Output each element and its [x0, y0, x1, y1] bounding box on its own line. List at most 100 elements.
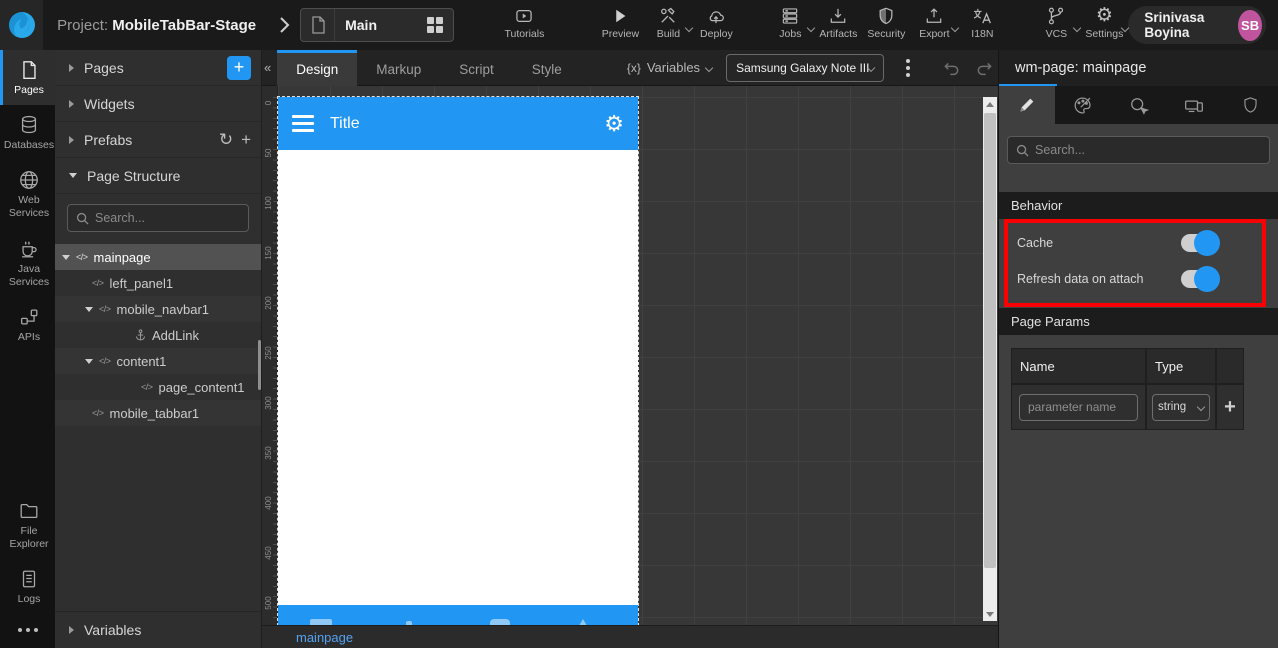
phone-preview[interactable]: Title ⚙: [277, 96, 639, 625]
active-page-selector[interactable]: Main: [300, 8, 455, 42]
search-input[interactable]: [95, 211, 256, 225]
tabbar-icon-fragment: [576, 619, 590, 625]
tab-styles[interactable]: [1055, 86, 1111, 124]
add-page-button[interactable]: +: [227, 55, 251, 80]
mobile-navbar-widget[interactable]: Title ⚙: [278, 97, 638, 150]
logs-icon: [18, 568, 40, 590]
properties-search[interactable]: [1007, 136, 1270, 164]
redo-button[interactable]: [974, 58, 994, 78]
mobile-tabbar-widget[interactable]: [278, 605, 638, 625]
tree-item-mobile-navbar1[interactable]: </> mobile_navbar1: [55, 296, 261, 322]
page-title: Title: [330, 114, 360, 132]
chevron-down-icon: [1196, 402, 1206, 412]
tree-item-left-panel1[interactable]: </> left_panel1: [55, 270, 261, 296]
behavior-section-header[interactable]: Behavior: [999, 192, 1278, 219]
caret-down-icon[interactable]: [85, 306, 93, 312]
refresh-prefabs-icon[interactable]: ↻: [219, 130, 233, 150]
rail-item-databases[interactable]: Databases: [0, 105, 55, 160]
tree-item-addlink[interactable]: AddLink: [55, 322, 261, 348]
scroll-up-arrow[interactable]: [983, 97, 997, 111]
page-structure-search[interactable]: [67, 204, 256, 232]
jobs-button[interactable]: Jobs: [766, 6, 816, 40]
rail-item-file-explorer[interactable]: File Explorer: [0, 491, 55, 559]
section-page-structure[interactable]: Page Structure: [55, 158, 261, 194]
artifacts-icon: [828, 6, 848, 26]
rail-more-menu[interactable]: [0, 614, 55, 648]
page-doc-icon: [301, 9, 336, 41]
build-button[interactable]: Build: [644, 6, 694, 40]
widget-code-icon: </>: [99, 304, 111, 314]
page-params-section-header[interactable]: Page Params: [999, 308, 1278, 335]
preview-button[interactable]: Preview: [596, 6, 644, 40]
section-prefabs[interactable]: Prefabs ↻ +: [55, 122, 261, 158]
section-variables[interactable]: Variables: [55, 612, 261, 648]
highlight-red-box: Cache Refresh data on attach: [1004, 219, 1266, 307]
param-type-select[interactable]: string: [1152, 393, 1210, 421]
add-prefab-icon[interactable]: +: [241, 130, 251, 150]
canvas-toolbar: « Design Markup Script Style {x} Variabl…: [262, 49, 1048, 86]
canvas-scrollbar[interactable]: [983, 97, 997, 621]
deploy-button[interactable]: Deploy: [692, 6, 740, 40]
app-logo[interactable]: [0, 0, 44, 50]
left-panel: Pages + Widgets Prefabs ↻ + Page Structu…: [55, 50, 262, 648]
refresh-data-toggle[interactable]: [1181, 266, 1220, 292]
tutorials-button[interactable]: Tutorials: [500, 6, 548, 40]
section-pages[interactable]: Pages +: [55, 50, 261, 86]
tab-design[interactable]: Design: [277, 49, 358, 86]
variables-dropdown[interactable]: {x} Variables: [627, 60, 714, 75]
design-canvas[interactable]: 0 50 100 150 200 250 300 350 400 450 500…: [262, 86, 998, 625]
add-param-button[interactable]: +: [1224, 396, 1236, 419]
tree-item-mainpage[interactable]: </> mainpage: [55, 244, 261, 270]
cache-toggle[interactable]: [1181, 230, 1220, 256]
tab-style[interactable]: Style: [513, 50, 581, 86]
caret-down-icon[interactable]: [62, 254, 70, 260]
tutorials-icon: [513, 6, 535, 26]
i18n-button[interactable]: I18N: [958, 6, 1006, 40]
gear-icon[interactable]: ⚙: [604, 112, 624, 135]
security-button[interactable]: Security: [862, 6, 910, 40]
tree-item-page-content1[interactable]: </> page_content1: [55, 374, 261, 400]
page-params-table: Name Type string +: [1011, 348, 1244, 430]
rail-item-logs[interactable]: Logs: [0, 559, 55, 614]
caret-right-icon: [69, 626, 74, 634]
project-name: Project: MobileTabBar-Stage: [57, 16, 257, 34]
pages-grid-icon[interactable]: [427, 17, 444, 33]
rail-item-apis[interactable]: APIs: [0, 297, 55, 352]
user-name: Srinivasa Boyina: [1144, 10, 1205, 40]
tab-security[interactable]: [1222, 86, 1278, 124]
tree-item-content1[interactable]: </> content1: [55, 348, 261, 374]
settings-button[interactable]: ⚙ Settings: [1080, 6, 1130, 40]
canvas-more-menu[interactable]: [900, 55, 916, 81]
collapse-left-panel-button[interactable]: «: [264, 60, 271, 75]
device-select[interactable]: Samsung Galaxy Note III: [726, 53, 885, 82]
user-menu[interactable]: Srinivasa Boyina SB: [1128, 6, 1266, 44]
properties-search-input[interactable]: [1035, 143, 1261, 157]
vertical-ruler: 0 50 100 150 200 250 300 350 400 450 500: [262, 86, 278, 625]
scrollbar-thumb[interactable]: [984, 113, 996, 568]
properties-panel: wm-page: mainpage Search... Behavior Cac…: [998, 50, 1278, 648]
hamburger-menu-icon[interactable]: [292, 115, 314, 132]
undo-button[interactable]: [942, 58, 962, 78]
section-widgets[interactable]: Widgets: [55, 86, 261, 122]
tab-events[interactable]: [1111, 86, 1167, 124]
tab-markup[interactable]: Markup: [357, 50, 440, 86]
param-name-input[interactable]: [1019, 393, 1138, 421]
tab-script[interactable]: Script: [440, 50, 513, 86]
properties-header: wm-page: mainpage: [999, 50, 1278, 86]
scroll-down-arrow[interactable]: [983, 607, 997, 621]
page-content-widget[interactable]: [278, 150, 638, 605]
database-icon: [18, 114, 40, 136]
vcs-button[interactable]: VCS: [1032, 6, 1082, 40]
rail-item-web-services[interactable]: Web Services: [0, 160, 55, 228]
left-panel-scrollbar[interactable]: [258, 340, 261, 390]
export-button[interactable]: Export: [910, 6, 960, 40]
tree-item-mobile-tabbar1[interactable]: </> mobile_tabbar1: [55, 400, 261, 426]
rail-item-pages[interactable]: Pages: [0, 50, 55, 106]
rail-item-java-services[interactable]: Java Services: [0, 229, 55, 297]
tab-devices[interactable]: [1166, 86, 1222, 124]
open-page-tab[interactable]: mainpage: [296, 630, 353, 645]
properties-tabs: [999, 86, 1278, 124]
artifacts-button[interactable]: Artifacts: [814, 6, 862, 40]
caret-down-icon[interactable]: [85, 358, 93, 364]
tab-properties[interactable]: [999, 86, 1055, 124]
